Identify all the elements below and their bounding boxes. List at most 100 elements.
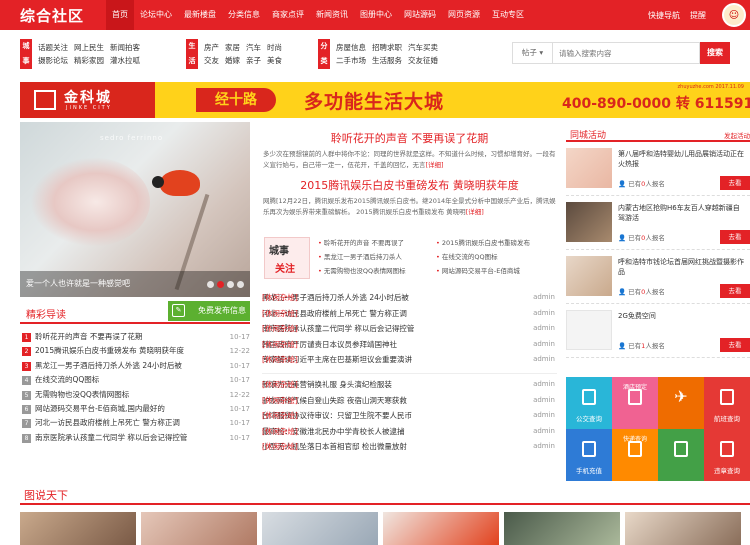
tile-flight-query[interactable]: 航班查询 bbox=[704, 377, 750, 429]
search-button[interactable]: 搜索 bbox=[700, 42, 730, 64]
slide-dot-active[interactable] bbox=[217, 281, 224, 288]
focus-link[interactable]: 在线交流的QQ图标 bbox=[436, 251, 554, 263]
activity-title[interactable]: 内蒙古地区抢购H6车友百人穿越新疆自驾游活 bbox=[618, 203, 746, 223]
gallery-thumbnail[interactable] bbox=[141, 512, 257, 545]
list-item-title[interactable]: 河北一访民县政府楼前上吊死亡 警方称正调 bbox=[35, 416, 180, 430]
nav-item-classifieds[interactable]: 分类信息 bbox=[222, 0, 266, 30]
search-scope-select[interactable]: 帖子 ▾ bbox=[513, 43, 553, 63]
category-link[interactable]: 话题关注 bbox=[38, 41, 68, 54]
nav-item-albums[interactable]: 图册中心 bbox=[354, 0, 398, 30]
category-link[interactable]: 生活服务 bbox=[372, 54, 402, 67]
news-author[interactable]: admin bbox=[533, 408, 555, 424]
detail-link[interactable]: [详细] bbox=[426, 161, 444, 169]
news-author[interactable]: admin bbox=[533, 393, 555, 409]
news-row[interactable]: [休闲杂烩] 最高检：安徽淮北民办中学青校长人被逮捕 admin bbox=[262, 424, 557, 440]
tile-phone-topup[interactable]: 手机充值 bbox=[566, 429, 612, 481]
list-item-title[interactable]: 南京医院承认孩童二代同学 称以后会记得控管 bbox=[35, 431, 187, 445]
gallery-thumbnail[interactable] bbox=[504, 512, 620, 545]
category-link[interactable]: 房产 bbox=[204, 41, 219, 54]
news-author[interactable]: admin bbox=[533, 306, 555, 322]
category-link[interactable]: 摄影论坛 bbox=[38, 54, 68, 67]
category-link[interactable]: 婚嫁 bbox=[225, 54, 240, 67]
list-item[interactable]: 3 黑龙江一男子酒后持刀杀人外逃 24小时后被 10-17 bbox=[20, 359, 250, 373]
category-link[interactable]: 精彩家园 bbox=[74, 54, 104, 67]
news-author[interactable]: admin bbox=[533, 439, 555, 455]
news-author[interactable]: admin bbox=[533, 321, 555, 337]
nav-item-forum[interactable]: 论坛中心 bbox=[134, 0, 178, 30]
gallery-thumbnail[interactable] bbox=[625, 512, 741, 545]
user-avatar[interactable]: ☺ bbox=[722, 3, 746, 27]
gallery-thumbnail[interactable] bbox=[383, 512, 499, 545]
news-row[interactable]: [休闲杂烩] 台湾服贸协议待审议：只留卫生院不要人民币 admin bbox=[262, 408, 557, 424]
list-item-title[interactable]: 2015腾讯娱乐白皮书重磅发布 黄晓明获年度 bbox=[35, 344, 184, 358]
news-category[interactable]: [休闲杂烩] bbox=[262, 439, 298, 473]
activity-thumbnail[interactable] bbox=[566, 256, 612, 296]
activity-title[interactable]: 第八届呼和浩特婴幼儿用品展销活动正在火热报 bbox=[618, 149, 746, 169]
headline-title[interactable]: 聆听花开的声音 不要再误了花期 bbox=[262, 130, 557, 146]
news-row[interactable]: [休闲杂烩] 河北一访民县政府楼前上吊死亡 警方称正调 admin bbox=[262, 306, 557, 322]
activity-thumbnail[interactable] bbox=[566, 202, 612, 242]
slide-dot[interactable] bbox=[207, 281, 214, 288]
slide-dot[interactable] bbox=[237, 281, 244, 288]
list-item[interactable]: 1 聆听花开的声音 不要再误了花期 10-17 bbox=[20, 330, 250, 344]
tile-hotel-booking[interactable]: 酒店预定 bbox=[612, 377, 658, 429]
nav-item-home[interactable]: 首页 bbox=[106, 0, 134, 30]
news-row[interactable]: [休闲杂烩] 专家解读习近平主席在巴基斯坦议会重要演讲 admin bbox=[262, 352, 557, 368]
activity-title[interactable]: 2G免费空间 bbox=[618, 311, 746, 321]
category-link[interactable]: 招聘求职 bbox=[372, 41, 402, 54]
category-link[interactable]: 灌水拉呱 bbox=[110, 54, 140, 67]
list-item-title[interactable]: 网站源码交易平台-E佰商城,国内最好的 bbox=[35, 402, 165, 416]
list-item[interactable]: 4 在线交流的QQ图标 10-17 bbox=[20, 373, 250, 387]
category-link[interactable]: 二手市场 bbox=[336, 54, 366, 67]
list-item-title[interactable]: 无需购物也没QQ表情网图标 bbox=[35, 388, 129, 402]
nav-item-interactive[interactable]: 互动专区 bbox=[486, 0, 530, 30]
gallery-thumbnail[interactable] bbox=[20, 512, 136, 545]
view-activity-button[interactable]: 去看 bbox=[720, 230, 750, 244]
create-activity-link[interactable]: 发起活动 bbox=[724, 130, 750, 140]
focus-link[interactable]: 网站源码交易平台-E佰商城 bbox=[436, 265, 554, 277]
activity-item[interactable]: 2G免费空间 👤 已有1人报名 去看 bbox=[566, 304, 750, 358]
list-item[interactable]: 8 南京医院承认孩童二代同学 称以后会记得控管 10-17 bbox=[20, 431, 250, 445]
site-logo[interactable]: 综合社区 bbox=[20, 5, 84, 26]
news-row[interactable]: [休闲杂烩] 驴友网络气候自登山失踪 夜宿山洞天寒获救 admin bbox=[262, 393, 557, 409]
list-item[interactable]: 5 无需购物也没QQ表情网图标 12-22 bbox=[20, 388, 250, 402]
tile-plane[interactable]: ✈ bbox=[658, 377, 704, 429]
news-author[interactable]: admin bbox=[533, 352, 555, 368]
hero-slideshow[interactable]: sedro ferrinno 爱一个人也许就是一种感觉吧 bbox=[20, 122, 250, 297]
focus-link[interactable]: 无需购物也没QQ表情网图标 bbox=[318, 265, 436, 277]
news-row[interactable]: [休闲杂烩] 新浪为完美营销换礼服 身头演纪检服装 admin bbox=[262, 377, 557, 393]
category-link[interactable]: 交友 bbox=[204, 54, 219, 67]
view-activity-button[interactable]: 去看 bbox=[720, 176, 750, 190]
news-row[interactable]: [休闲杂烩] 韩国政府严厉谴责日本议员参拜靖国神社 admin bbox=[262, 337, 557, 353]
search-input[interactable] bbox=[553, 44, 699, 62]
focus-link[interactable]: 黑龙江一男子酒后持刀杀人 bbox=[318, 251, 436, 263]
reminder-dropdown[interactable]: 提醒 bbox=[690, 10, 706, 21]
nav-item-news[interactable]: 新闻资讯 bbox=[310, 0, 354, 30]
news-row[interactable]: [休闲杂烩] 小型无人机坠落日本首相官邸 检出微量放射 admin bbox=[262, 439, 557, 455]
activity-item[interactable]: 呼和浩特市钱论坛首届网红挑战暨摄影作品 👤 已有0人报名 去看 bbox=[566, 250, 750, 304]
category-link[interactable]: 美食 bbox=[267, 54, 282, 67]
list-item-title[interactable]: 黑龙江一男子酒后持刀杀人外逃 24小时后被 bbox=[35, 359, 182, 373]
news-author[interactable]: admin bbox=[533, 290, 555, 306]
news-author[interactable]: admin bbox=[533, 377, 555, 393]
tile-express-query[interactable]: 快递查询 bbox=[612, 429, 658, 481]
category-link[interactable]: 网上民生 bbox=[74, 41, 104, 54]
list-item-title[interactable]: 聆听花开的声音 不要再误了花期 bbox=[35, 330, 142, 344]
nav-item-resources[interactable]: 网页资源 bbox=[442, 0, 486, 30]
focus-link[interactable]: 2015腾讯娱乐白皮书重磅发布 bbox=[436, 237, 554, 249]
nav-item-new-homes[interactable]: 最新楼盘 bbox=[178, 0, 222, 30]
news-author[interactable]: admin bbox=[533, 424, 555, 440]
detail-link[interactable]: [详细] bbox=[466, 208, 484, 216]
nav-item-source[interactable]: 网站源码 bbox=[398, 0, 442, 30]
category-link[interactable]: 交友征婚 bbox=[408, 54, 438, 67]
activity-thumbnail[interactable] bbox=[566, 148, 612, 188]
category-link[interactable]: 时尚 bbox=[267, 41, 282, 54]
view-activity-button[interactable]: 去看 bbox=[720, 338, 750, 352]
news-row[interactable]: [休闲杂烩] 黑龙江一男子酒后持刀杀人外逃 24小时后被 admin bbox=[262, 290, 557, 306]
category-link[interactable]: 汽车买卖 bbox=[408, 41, 438, 54]
tile-violation-query[interactable]: 违章查询 bbox=[704, 429, 750, 481]
slide-dot[interactable] bbox=[227, 281, 234, 288]
list-item-title[interactable]: 在线交流的QQ图标 bbox=[35, 373, 99, 387]
nav-item-reviews[interactable]: 商家点评 bbox=[266, 0, 310, 30]
post-info-button[interactable]: ✎ 免费发布信息 bbox=[168, 301, 250, 321]
